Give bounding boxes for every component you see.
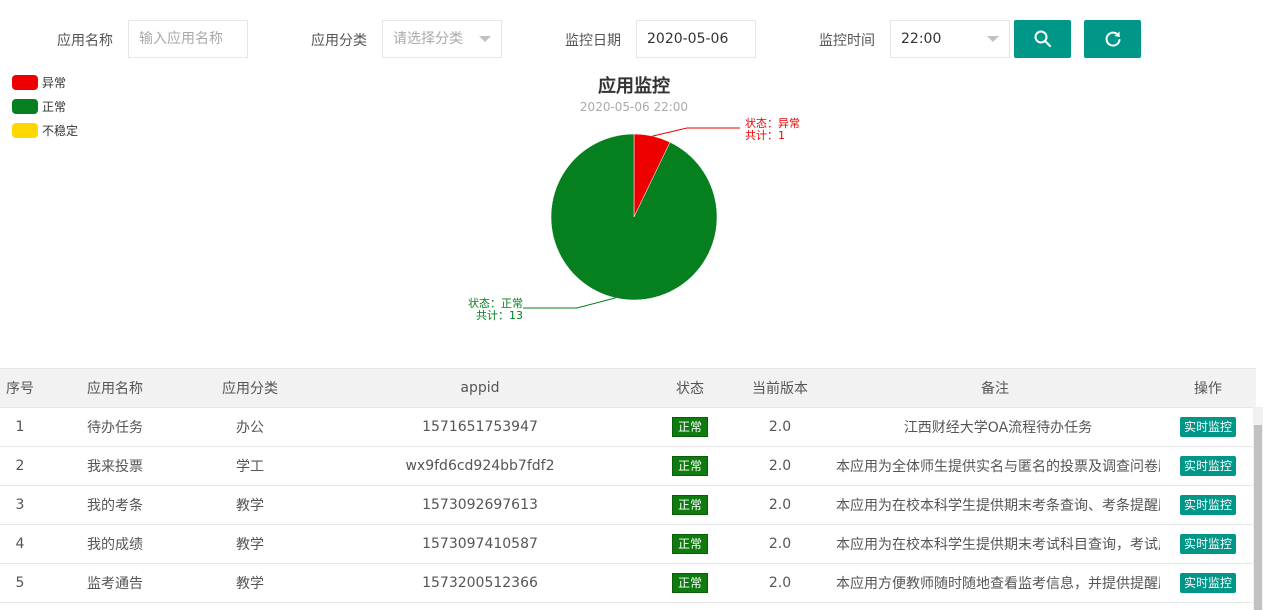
table-header-row: 序号 应用名称 应用分类 appid 状态 当前版本 备注 操作 bbox=[0, 368, 1256, 408]
cell-remark: 本应用为全体师生提供实名与匿名的投票及调查问卷服务 bbox=[830, 446, 1160, 486]
cell-version: 2.0 bbox=[730, 485, 830, 525]
cell-appid: 1573200512366 bbox=[310, 563, 650, 603]
pie-data-label: 共计：13 bbox=[476, 309, 523, 322]
table-row[interactable]: 1 待办任务 办公 1571651753947 正常 2.0 江西财经大学OA流… bbox=[0, 407, 1256, 447]
cell-category: 学工 bbox=[190, 446, 310, 486]
status-badge: 正常 bbox=[671, 456, 708, 476]
cell-status: 正常 bbox=[650, 485, 730, 525]
cell-version: 2.0 bbox=[730, 407, 830, 447]
header-app-name[interactable]: 应用名称 bbox=[40, 368, 190, 408]
header-appid[interactable]: appid bbox=[310, 368, 650, 408]
app-table: 序号 应用名称 应用分类 appid 状态 当前版本 备注 操作 1 待办任务 … bbox=[0, 368, 1263, 610]
realtime-monitor-button[interactable]: 实时监控 bbox=[1179, 495, 1236, 515]
header-operation[interactable]: 操作 bbox=[1160, 368, 1256, 408]
cell-index: 3 bbox=[0, 485, 40, 525]
cell-appid: wx9fd6cd924bb7fdf2 bbox=[310, 446, 650, 486]
cell-app-name: 待办任务 bbox=[40, 407, 190, 447]
cell-index: 5 bbox=[0, 563, 40, 603]
pie-label-line bbox=[652, 127, 740, 137]
realtime-monitor-button[interactable]: 实时监控 bbox=[1179, 573, 1236, 593]
cell-index: 4 bbox=[0, 524, 40, 564]
cell-category: 教学 bbox=[190, 524, 310, 564]
cell-version: 2.0 bbox=[730, 563, 830, 603]
status-badge: 正常 bbox=[671, 534, 708, 554]
cell-category: 办公 bbox=[190, 407, 310, 447]
pie-data-label: 状态：正常 bbox=[468, 296, 523, 310]
cell-operation: 实时监控 bbox=[1160, 524, 1256, 564]
cell-index: 2 bbox=[0, 446, 40, 486]
cell-appid: 1573097410587 bbox=[310, 524, 650, 564]
header-remark[interactable]: 备注 bbox=[830, 368, 1160, 408]
header-category[interactable]: 应用分类 bbox=[190, 368, 310, 408]
cell-app-name: 我的成绩 bbox=[40, 524, 190, 564]
pie-data-label: 共计：1 bbox=[745, 129, 785, 142]
cell-app-name: 我的考条 bbox=[40, 485, 190, 525]
header-version[interactable]: 当前版本 bbox=[730, 368, 830, 408]
table-row[interactable]: 3 我的考条 教学 1573092697613 正常 2.0 本应用为在校本科学… bbox=[0, 485, 1256, 525]
cell-app-name: 监考通告 bbox=[40, 563, 190, 603]
cell-version: 2.0 bbox=[730, 524, 830, 564]
cell-remark: 本应用为在校本科学生提供期末考条查询、考条提醒服务 bbox=[830, 485, 1160, 525]
cell-status: 正常 bbox=[650, 563, 730, 603]
cell-status: 正常 bbox=[650, 446, 730, 486]
pie-data-label: 状态：异常 bbox=[745, 116, 800, 130]
cell-status: 正常 bbox=[650, 407, 730, 447]
pie-label-line bbox=[523, 297, 616, 309]
cell-appid: 1573092697613 bbox=[310, 485, 650, 525]
cell-remark: 本应用方便教师随时随地查看监考信息，并提供提醒服务 bbox=[830, 563, 1160, 603]
cell-operation: 实时监控 bbox=[1160, 485, 1256, 525]
header-index[interactable]: 序号 bbox=[0, 368, 40, 408]
table-scrollbar-thumb[interactable] bbox=[1254, 425, 1262, 610]
realtime-monitor-button[interactable]: 实时监控 bbox=[1179, 456, 1236, 476]
table-row[interactable]: 2 我来投票 学工 wx9fd6cd924bb7fdf2 正常 2.0 本应用为… bbox=[0, 446, 1256, 486]
cell-operation: 实时监控 bbox=[1160, 446, 1256, 486]
cell-app-name: 我来投票 bbox=[40, 446, 190, 486]
status-badge: 正常 bbox=[671, 573, 708, 593]
cell-operation: 实时监控 bbox=[1160, 563, 1256, 603]
cell-remark: 江西财经大学OA流程待办任务 bbox=[830, 407, 1160, 447]
table-row[interactable]: 4 我的成绩 教学 1573097410587 正常 2.0 本应用为在校本科学… bbox=[0, 524, 1256, 564]
header-status[interactable]: 状态 bbox=[650, 368, 730, 408]
cell-status: 正常 bbox=[650, 524, 730, 564]
cell-category: 教学 bbox=[190, 485, 310, 525]
status-badge: 正常 bbox=[671, 417, 708, 437]
pie-chart: 状态：异常共计：1 状态：正常共计：13 bbox=[468, 116, 800, 322]
realtime-monitor-button[interactable]: 实时监控 bbox=[1179, 417, 1236, 437]
realtime-monitor-button[interactable]: 实时监控 bbox=[1179, 534, 1236, 554]
cell-appid: 1571651753947 bbox=[310, 407, 650, 447]
cell-index: 1 bbox=[0, 407, 40, 447]
table-row[interactable]: 5 监考通告 教学 1573200512366 正常 2.0 本应用方便教师随时… bbox=[0, 563, 1256, 603]
cell-version: 2.0 bbox=[730, 446, 830, 486]
status-badge: 正常 bbox=[671, 495, 708, 515]
cell-category: 教学 bbox=[190, 563, 310, 603]
cell-operation: 实时监控 bbox=[1160, 407, 1256, 447]
cell-remark: 本应用为在校本科学生提供期末考试科目查询，考试成绩 bbox=[830, 524, 1160, 564]
pie-slice-normal[interactable] bbox=[550, 133, 718, 301]
